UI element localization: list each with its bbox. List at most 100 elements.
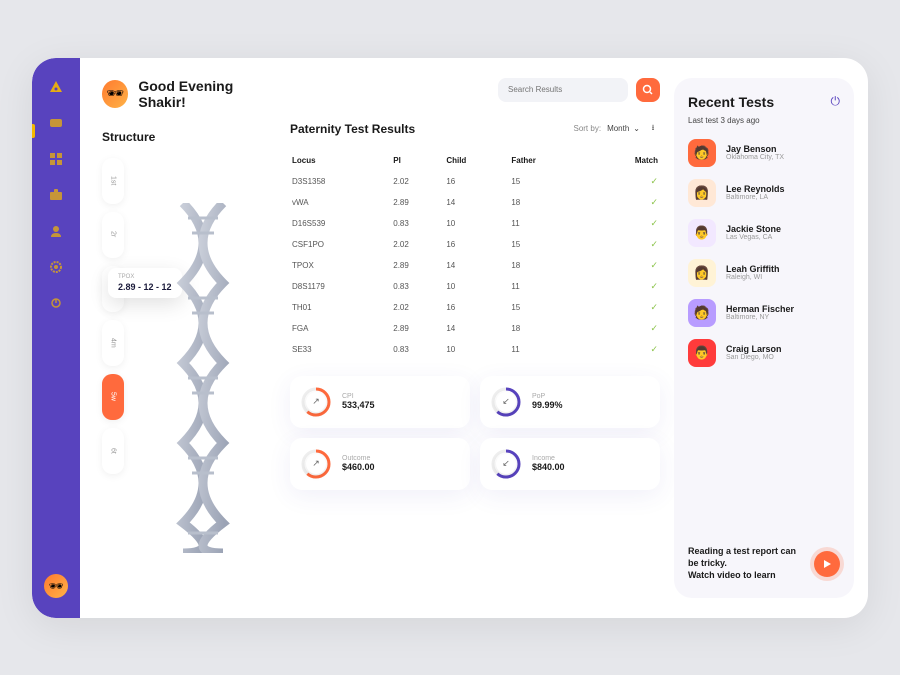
recent-test-item[interactable]: 👨 Craig LarsonSan Diego, MO: [688, 339, 840, 367]
recent-test-item[interactable]: 👨 Jackie StoneLas Vegas, CA: [688, 219, 840, 247]
test-location: San Diego, MO: [726, 354, 782, 361]
structure-tab[interactable]: 2r: [102, 212, 124, 258]
check-icon: ✓: [650, 281, 658, 291]
table-cell: 18: [509, 255, 586, 276]
table-row: SE330.831011✓: [290, 339, 660, 360]
chevron-down-icon: ⌄: [633, 124, 640, 133]
nav-briefcase-icon[interactable]: [47, 186, 65, 204]
metric-value: 99.99%: [532, 400, 563, 410]
check-icon: ✓: [650, 260, 658, 270]
play-button[interactable]: [814, 551, 840, 577]
search-input[interactable]: [498, 78, 628, 102]
table-row: TPOX2.891418✓: [290, 255, 660, 276]
recent-test-item[interactable]: 🧑 Herman FischerBaltimore, NY: [688, 299, 840, 327]
user-avatar[interactable]: 🕶: [102, 80, 128, 108]
nav-power-icon[interactable]: [47, 294, 65, 312]
structure-tab[interactable]: 1st: [102, 158, 124, 204]
table-cell: 2.89: [391, 192, 444, 213]
nav-grid-icon[interactable]: [47, 150, 65, 168]
download-button[interactable]: ⭳: [646, 122, 660, 136]
arrow-icon: ↙: [496, 454, 516, 474]
metric-value: $840.00: [532, 462, 565, 472]
metrics-grid: ↗ CPI533,475 ↙ PoP99.99% ↗ Outcome$460.0…: [290, 376, 660, 490]
nav-settings-icon[interactable]: [47, 258, 65, 276]
structure-title: Structure: [102, 130, 276, 144]
tooltip-label: TPOX: [118, 274, 172, 280]
check-icon: ✓: [650, 218, 658, 228]
table-cell: D3S1358: [290, 171, 391, 192]
test-location: Baltimore, NY: [726, 314, 794, 321]
sidebar-avatar[interactable]: 🕶: [44, 574, 68, 598]
table-cell: 18: [509, 192, 586, 213]
search-button[interactable]: [636, 78, 660, 102]
test-avatar: 👩: [688, 179, 716, 207]
sort-select[interactable]: Month ⌄: [607, 124, 640, 133]
table-cell: 2.02: [391, 171, 444, 192]
table-cell: ✓: [586, 276, 660, 297]
structure-tab[interactable]: 4m: [102, 320, 124, 366]
table-cell: 16: [444, 171, 509, 192]
table-row: CSF1PO2.021615✓: [290, 234, 660, 255]
table-cell: vWA: [290, 192, 391, 213]
table-cell: 11: [509, 276, 586, 297]
nav-user-icon[interactable]: [47, 222, 65, 240]
table-cell: ✓: [586, 171, 660, 192]
metric-card[interactable]: ↗ Outcome$460.00: [290, 438, 470, 490]
table-cell: ✓: [586, 234, 660, 255]
test-name: Craig Larson: [726, 344, 782, 354]
results-table: LocusPIChildFatherMatch D3S13582.021615✓…: [290, 150, 660, 360]
table-cell: ✓: [586, 213, 660, 234]
column-header: Father: [509, 150, 586, 171]
video-help-text: Reading a test report can be tricky.Watc…: [688, 546, 804, 581]
logo-icon[interactable]: [47, 78, 65, 96]
test-name: Herman Fischer: [726, 304, 794, 314]
recent-test-item[interactable]: 👩 Lee ReynoldsBaltimore, LA: [688, 179, 840, 207]
table-cell: 10: [444, 213, 509, 234]
table-cell: D16S539: [290, 213, 391, 234]
table-cell: 14: [444, 192, 509, 213]
test-name: Leah Griffith: [726, 264, 780, 274]
table-cell: 16: [444, 297, 509, 318]
column-header: Locus: [290, 150, 391, 171]
sort-label: Sort by:: [573, 124, 601, 133]
table-cell: 15: [509, 297, 586, 318]
table-cell: ✓: [586, 318, 660, 339]
test-name: Jackie Stone: [726, 224, 781, 234]
table-cell: D8S1179: [290, 276, 391, 297]
test-location: Oklahoma City, TX: [726, 154, 784, 161]
play-icon: [822, 559, 832, 569]
recent-test-item[interactable]: 🧑 Jay BensonOklahoma City, TX: [688, 139, 840, 167]
check-icon: ✓: [650, 176, 658, 186]
metric-card[interactable]: ↗ CPI533,475: [290, 376, 470, 428]
recent-subtitle: Last test 3 days ago: [688, 116, 840, 125]
test-location: Las Vegas, CA: [726, 234, 781, 241]
nav-dashboard-icon[interactable]: [47, 114, 65, 132]
table-cell: 2.89: [391, 255, 444, 276]
table-row: D16S5390.831011✓: [290, 213, 660, 234]
table-cell: ✓: [586, 192, 660, 213]
greeting-text: Good Evening Shakir!: [138, 78, 276, 110]
table-cell: 15: [509, 234, 586, 255]
recent-test-item[interactable]: 👩 Leah GriffithRaleigh, WI: [688, 259, 840, 287]
panel-power-icon[interactable]: ⏻: [831, 94, 841, 109]
main-content: 🕶 Good Evening Shakir! Structure 1st2r3m…: [80, 58, 868, 618]
structure-tab[interactable]: 5w: [102, 374, 124, 420]
nav-highlight: [32, 124, 35, 138]
structure-tab[interactable]: 6t: [102, 428, 124, 474]
table-cell: 2.02: [391, 297, 444, 318]
column-header: Match: [586, 150, 660, 171]
metric-ring: ↙: [490, 386, 522, 418]
metric-card[interactable]: ↙ PoP99.99%: [480, 376, 660, 428]
arrow-icon: ↙: [496, 392, 516, 412]
recent-tests-panel: Recent Tests ⏻ Last test 3 days ago 🧑 Ja…: [674, 78, 854, 598]
app-window: 🕶 🕶 Good Evening Shakir! Structure 1st 2r…: [32, 58, 868, 618]
metric-label: PoP: [532, 393, 563, 400]
table-cell: ✓: [586, 297, 660, 318]
check-icon: ✓: [650, 239, 658, 249]
arrow-icon: ↗: [306, 392, 326, 412]
check-icon: ✓: [650, 323, 658, 333]
table-cell: CSF1PO: [290, 234, 391, 255]
table-row: D8S11790.831011✓: [290, 276, 660, 297]
search-icon: [642, 84, 654, 96]
metric-card[interactable]: ↙ Income$840.00: [480, 438, 660, 490]
